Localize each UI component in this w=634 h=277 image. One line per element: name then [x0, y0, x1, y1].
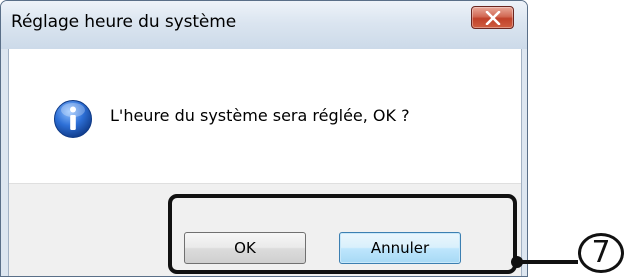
- dialog-title: Réglage heure du système: [11, 12, 237, 32]
- info-icon: [54, 100, 92, 138]
- message-area: L'heure du système sera réglée, OK ?: [9, 49, 521, 183]
- buttons-highlight-frame: [168, 194, 517, 274]
- message-text: L'heure du système sera réglée, OK ?: [110, 106, 410, 125]
- close-button[interactable]: [471, 6, 514, 29]
- title-bar[interactable]: Réglage heure du système: [1, 1, 527, 49]
- callout-line: [521, 260, 578, 264]
- step-number-badge: 7: [578, 233, 624, 273]
- close-icon: [485, 11, 501, 25]
